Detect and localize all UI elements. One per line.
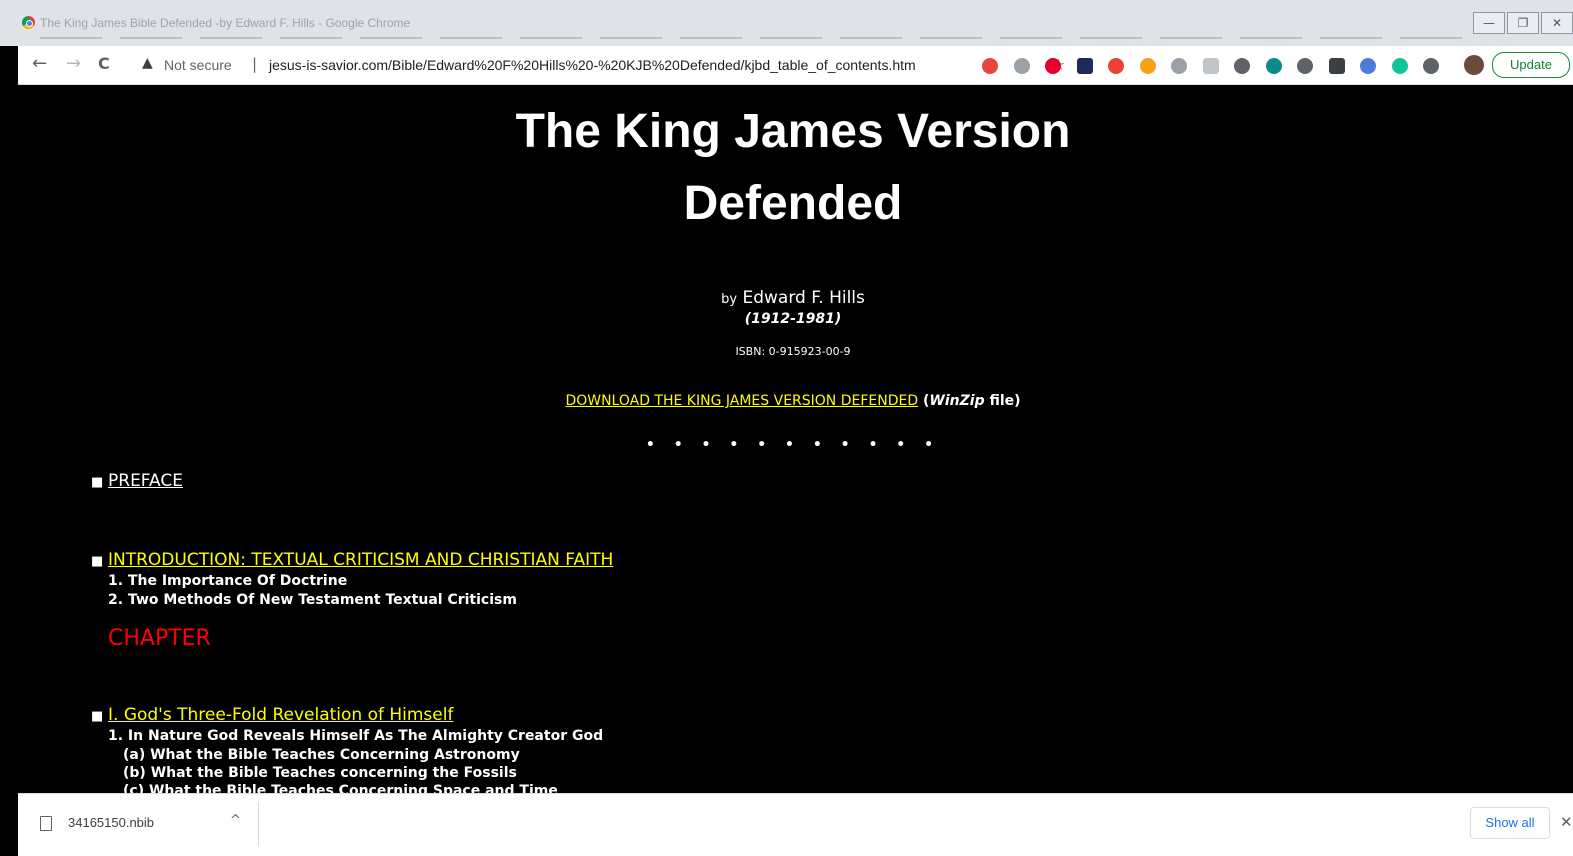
ext-coin-icon[interactable]	[1139, 58, 1156, 74]
close-window-button[interactable]: ✕	[1541, 12, 1573, 34]
introduction-link[interactable]: INTRODUCTION: TEXTUAL CRITICISM AND CHRI…	[108, 550, 613, 570]
download-line: DOWNLOAD THE KING JAMES VERSION DEFENDED…	[18, 393, 1568, 409]
chapter-heading: CHAPTER	[108, 626, 211, 651]
close-download-bar-icon[interactable]: ✕	[1560, 813, 1573, 831]
ext-grammar-icon[interactable]	[1265, 58, 1282, 74]
ext-blue-red-icon[interactable]	[982, 58, 998, 74]
reload-button[interactable]: C	[98, 55, 110, 73]
url-text[interactable]: jesus-is-savior.com/Bible/Edward%20F%20H…	[269, 57, 916, 73]
ext-grammarly-icon[interactable]	[1391, 58, 1408, 74]
page-content: The King James Version Defended by Edwar…	[18, 85, 1573, 793]
maximize-button[interactable]: ❐	[1507, 12, 1539, 34]
chapter-1-subitem: (b) What the Bible Teaches concerning th…	[123, 765, 517, 781]
ext-stripe-icon[interactable]	[1076, 58, 1093, 74]
omnibox-separator: |	[252, 55, 258, 73]
download-separator	[258, 802, 259, 846]
window-title: The King James Bible Defended -by Edward…	[40, 16, 411, 30]
tab-strip[interactable]	[20, 33, 1462, 46]
ext-frame-icon[interactable]	[1202, 58, 1219, 74]
forward-button[interactable]: →	[66, 55, 81, 73]
chapter-1-subitem: (a) What the Bible Teaches Concerning As…	[123, 747, 520, 763]
author-name: Edward F. Hills	[742, 288, 865, 308]
intro-item: 2. Two Methods Of New Testament Textual …	[108, 592, 517, 608]
warning-icon[interactable]: ▲	[142, 55, 153, 71]
file-icon	[40, 816, 52, 831]
preface-link[interactable]: PREFACE	[108, 471, 183, 491]
window-controls: — ❐ ✕	[1473, 12, 1573, 34]
download-bar: 34165150.nbib ^ Show all ✕	[18, 793, 1573, 856]
chapter-1-subitem: (c) What the Bible Teaches Concerning Sp…	[123, 783, 558, 793]
title-line-2: Defended	[683, 177, 903, 230]
author-dates: (1912-1981)	[744, 311, 842, 327]
chrome-logo-icon	[22, 16, 35, 29]
minimize-button[interactable]: —	[1473, 12, 1505, 34]
ext-screenshot-icon[interactable]	[1297, 58, 1313, 74]
download-link[interactable]: DOWNLOAD THE KING JAMES VERSION DEFENDED	[565, 393, 918, 409]
ext-dropbox-icon[interactable]	[1013, 58, 1030, 74]
chapter-1-link[interactable]: I. God's Three-Fold Revelation of Himsel…	[108, 705, 453, 725]
ext-gmail-icon[interactable]	[1108, 58, 1124, 74]
ext-dot-icon[interactable]	[1234, 58, 1250, 74]
address-bar[interactable]: ▲ Not secure | jesus-is-savior.com/Bible…	[136, 52, 1065, 78]
back-button[interactable]: ←	[32, 55, 47, 73]
isbn: ISBN: 0-915923-00-9	[735, 345, 851, 358]
chapter-1-item: 1. In Nature God Reveals Himself As The …	[108, 728, 604, 744]
download-winzip: WinZip	[929, 393, 985, 409]
ext-puzzle-icon[interactable]	[1423, 58, 1439, 74]
list-bullet: ■	[91, 554, 104, 569]
download-file-name[interactable]: 34165150.nbib	[68, 815, 154, 830]
ext-glasses-icon[interactable]	[1360, 58, 1376, 74]
download-file: file)	[989, 393, 1021, 409]
byline: by Edward F. Hills	[18, 288, 1568, 308]
by-label: by	[721, 292, 738, 307]
ext-new-icon[interactable]	[1328, 58, 1345, 74]
not-secure-label[interactable]: Not secure	[164, 57, 232, 73]
update-button[interactable]: Update	[1492, 52, 1570, 78]
title-line-1: The King James Version	[515, 105, 1071, 158]
list-bullet: ■	[91, 475, 104, 490]
intro-item: 1. The Importance Of Doctrine	[108, 573, 348, 589]
chevron-up-icon[interactable]: ^	[230, 813, 241, 828]
profile-avatar[interactable]	[1464, 55, 1484, 75]
ext-opera-icon[interactable]	[1045, 58, 1061, 74]
dots-divider: • • • • • • • • • • •	[645, 437, 941, 453]
ext-camera-icon[interactable]	[1171, 58, 1187, 74]
show-all-button[interactable]: Show all	[1470, 807, 1550, 839]
list-bullet: ■	[91, 709, 104, 724]
page-title: The King James Version Defended	[18, 96, 1568, 240]
browser-toolbar: ← → C ▲ Not secure | jesus-is-savior.com…	[18, 46, 1573, 85]
window-titlebar: The King James Bible Defended -by Edward…	[0, 0, 1573, 46]
